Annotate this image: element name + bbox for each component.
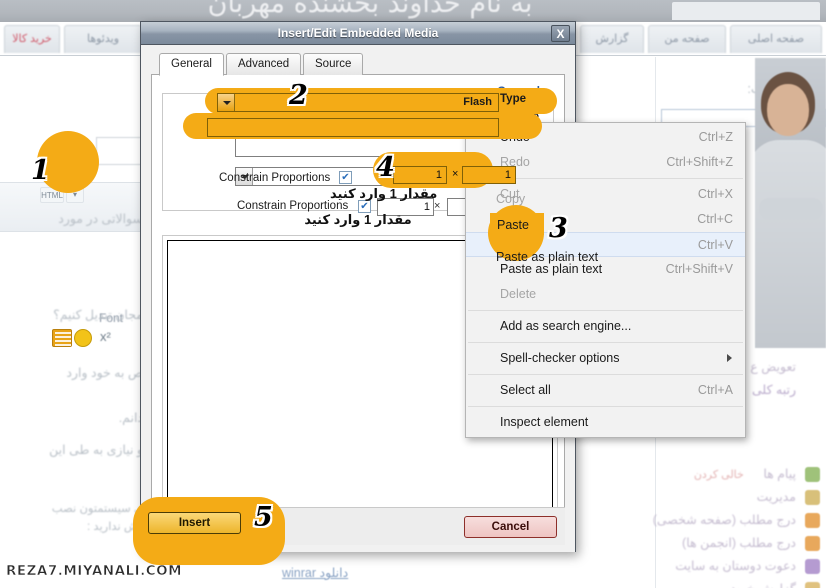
- type-select-overlay[interactable]: Flash: [217, 93, 499, 112]
- nav-tab-home[interactable]: صفحه اصلی: [730, 25, 822, 53]
- type-label-overlay: Type: [500, 93, 526, 105]
- sidebar-item-invite[interactable]: دعوت دوستان به سایت: [675, 558, 796, 573]
- sidebar-item-post-forum[interactable]: درج مطلب (انجمن ها): [682, 535, 796, 550]
- sidebar-item-messages-sub[interactable]: خالی کردن: [694, 469, 744, 481]
- smiley-icon[interactable]: [74, 329, 92, 347]
- context-menu-item-spell-checker[interactable]: Spell-checker options: [466, 346, 745, 371]
- file-url-input-overlay[interactable]: [207, 118, 499, 137]
- chevron-right-icon: [727, 354, 732, 362]
- sidebar-item-messages-label: پیام ها: [763, 467, 796, 481]
- sidebar-item-post-personal[interactable]: درج مطلب (صفحه شخصی): [653, 512, 796, 527]
- photo-arm: [759, 198, 823, 220]
- sidebar-item-post-forum-label: درج مطلب (انجمن ها): [682, 536, 796, 550]
- close-icon[interactable]: X: [551, 25, 570, 42]
- chevron-down-glyph: [223, 101, 231, 105]
- context-menu-separator: [468, 310, 743, 311]
- superscript-icon[interactable]: x²: [100, 329, 111, 344]
- body-line-5: ی سیستمتون نصب: [51, 503, 143, 515]
- context-menu-item-copy-accel: Ctrl+C: [697, 212, 733, 226]
- context-menu-item-cut-accel: Ctrl+X: [697, 187, 733, 201]
- context-menu-item-add-search-engine[interactable]: Add as search engine...: [466, 314, 745, 339]
- winrar-download-link[interactable]: دانلود winrar: [282, 565, 348, 580]
- html-button[interactable]: HTML: [40, 187, 64, 203]
- mail-icon: [805, 467, 820, 482]
- sidebar-item-swap[interactable]: تعویض ع: [750, 359, 796, 374]
- site-banner: به نام خداوند بخشنده مهربان: [0, 0, 826, 22]
- width-input-overlay[interactable]: 1: [393, 166, 447, 184]
- sidebar-item-purchase-report-label: گزارش خرید: [730, 582, 796, 588]
- post-icon: [805, 513, 820, 528]
- context-menu-item-copy-label-overlay: Copy: [496, 192, 526, 206]
- context-menu-item-select-all[interactable]: Select all Ctrl+A: [466, 378, 745, 403]
- body-line-1: مجان تبدیل کنیم؟: [53, 308, 143, 322]
- nav-tab-buy[interactable]: خرید کالا: [4, 25, 60, 53]
- context-menu-item-spell-checker-label: Spell-checker options: [500, 351, 620, 365]
- insert-button-overlay[interactable]: Insert: [148, 512, 241, 534]
- tab-advanced[interactable]: Advanced: [226, 53, 302, 75]
- context-menu-item-select-all-label: Select all: [500, 383, 551, 397]
- banner-script-text: به نام خداوند بخشنده مهربان: [207, 0, 533, 19]
- profile-photo: [755, 58, 826, 348]
- chevron-down-icon[interactable]: ▾: [66, 187, 84, 203]
- context-menu-item-paste-plain-label-overlay: Paste as plain text: [496, 250, 599, 264]
- body-line-6: دش ندارید :: [87, 521, 143, 533]
- nav-tab-my-page[interactable]: صفحه من: [648, 25, 726, 53]
- sidebar-item-purchase-report[interactable]: گزارش خرید: [730, 581, 796, 588]
- context-menu-item-paste-plain-accel: Ctrl+Shift+V: [665, 262, 733, 276]
- tab-source[interactable]: Source: [303, 53, 364, 75]
- context-menu-item-inspect-element[interactable]: Inspect element: [466, 410, 745, 435]
- sidebar-item-admin[interactable]: مدیریت: [757, 489, 796, 504]
- context-menu-separator: [468, 342, 743, 343]
- context-menu-item-undo[interactable]: Undo Ctrl+Z: [466, 125, 745, 150]
- sidebar-item-rank-label: رتبه کلی: [752, 383, 796, 397]
- context-menu-item-paste-plain-label: Paste as plain text: [500, 262, 603, 276]
- sidebar-item-invite-label: دعوت دوستان به سایت: [675, 559, 796, 573]
- constrain-checkbox-overlay[interactable]: ✔: [339, 171, 352, 184]
- persian-note-overlay: مقدار 1 وارد کنید: [330, 186, 438, 201]
- chevron-down-icon[interactable]: [218, 94, 235, 111]
- tab-general[interactable]: General: [159, 53, 224, 76]
- context-menu-item-select-all-accel: Ctrl+A: [697, 383, 733, 397]
- film-icon[interactable]: [52, 329, 72, 347]
- context-menu-item-delete[interactable]: Delete: [466, 282, 745, 307]
- dialog-titlebar[interactable]: Insert/Edit Embedded Media X: [141, 22, 575, 45]
- body-line-2: ص به خود وارد: [66, 366, 143, 380]
- context-menu-item-delete-label: Delete: [500, 287, 537, 301]
- forum-icon: [805, 536, 820, 551]
- cancel-button[interactable]: Cancel: [464, 516, 557, 538]
- context-menu-separator: [468, 374, 743, 375]
- sidebar-item-rank[interactable]: رتبه کلی: [752, 382, 796, 397]
- context-menu-item-undo-accel: Ctrl+Z: [698, 130, 733, 144]
- type-select-value-overlay: Flash: [463, 96, 492, 108]
- report-icon: [805, 582, 820, 588]
- context-menu-separator: [468, 406, 743, 407]
- nav-tab-report[interactable]: گزارش: [580, 25, 644, 53]
- sidebar-item-swap-label: تعویض ع: [750, 360, 796, 374]
- body-line-0: سوالاتی در مورد: [58, 212, 143, 226]
- invite-icon: [805, 559, 820, 574]
- body-line-4: و نیازی به طی این: [49, 443, 143, 457]
- height-input-overlay[interactable]: 1: [462, 166, 516, 184]
- nav-tab-videos[interactable]: ویدئوها: [64, 25, 142, 53]
- context-menu-item-add-search-engine-label: Add as search engine...: [500, 319, 632, 333]
- screenshot-root: به نام خداوند بخشنده مهربان خرید کالا وی…: [0, 0, 826, 588]
- admin-icon: [805, 490, 820, 505]
- context-menu-item-redo-accel: Ctrl+Shift+Z: [666, 155, 733, 169]
- dialog-title: Insert/Edit Embedded Media: [277, 26, 439, 40]
- constrain-label-overlay: Constrain Proportions: [219, 172, 331, 184]
- context-menu-item-paste-accel: Ctrl+V: [697, 238, 733, 252]
- sidebar-item-post-personal-label: درج مطلب (صفحه شخصی): [652, 513, 796, 527]
- banner-right-block: [672, 2, 820, 20]
- context-menu-item-inspect-element-label: Inspect element: [500, 415, 589, 429]
- dimension-separator-overlay: ×: [452, 168, 459, 180]
- dialog-tabstrip: General Advanced Source: [151, 53, 565, 76]
- editor-left-column: HTML ▾ Font x² سوالاتی در مورد مجان تبدی…: [0, 57, 216, 588]
- context-menu-item-undo-label: Undo: [500, 130, 530, 144]
- sidebar-item-messages[interactable]: پیام ها خالی کردن: [694, 466, 796, 481]
- sidebar-item-admin-label: مدیریت: [756, 490, 796, 504]
- photo-body: [755, 140, 826, 348]
- context-menu-item-paste-label-overlay: Paste: [497, 218, 529, 232]
- watermark-text: REZA7.MIYANALI.COM: [6, 563, 183, 580]
- photo-face: [767, 84, 809, 136]
